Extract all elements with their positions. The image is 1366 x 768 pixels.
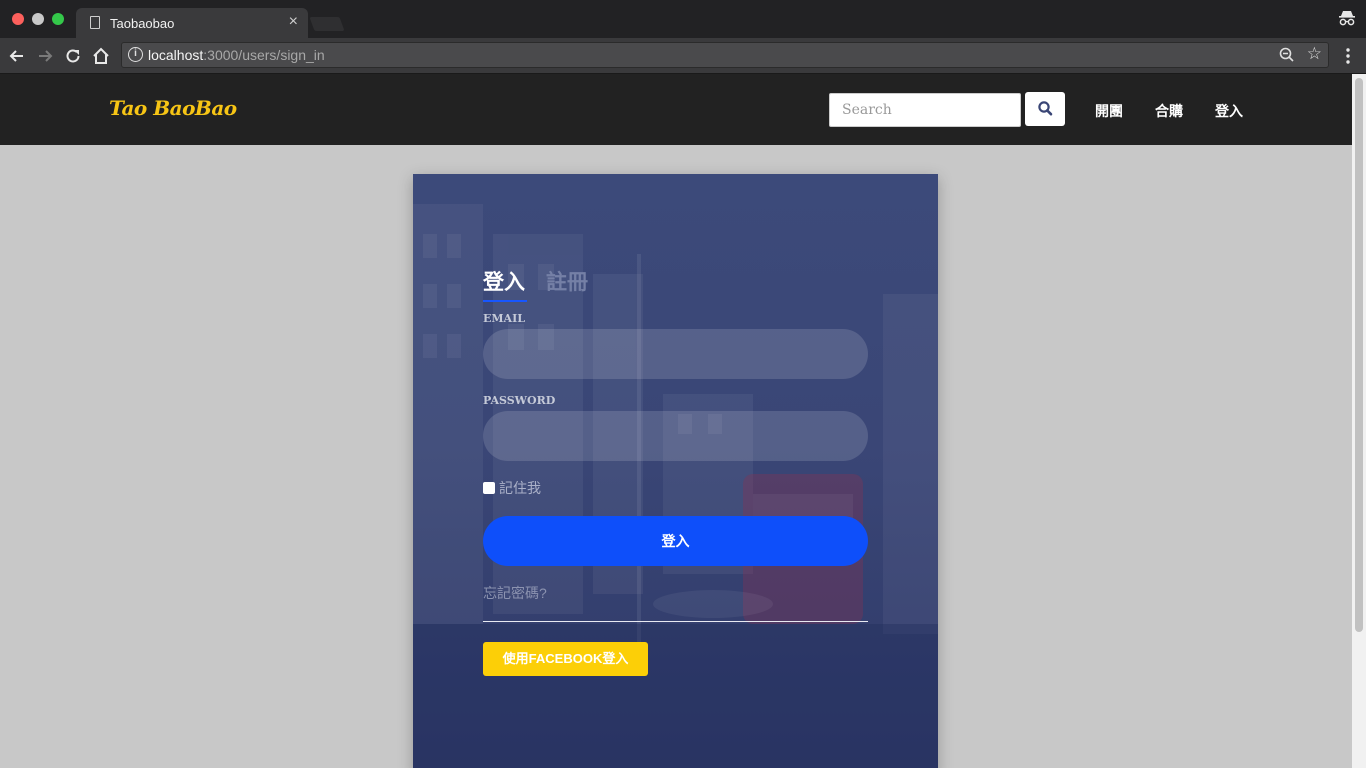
scrollbar-thumb[interactable] — [1355, 78, 1363, 632]
browser-tab[interactable]: Taobaobao × — [76, 8, 308, 38]
page-icon — [90, 16, 100, 29]
site-navbar: Tao BaoBao Search 開團 合購 登入 — [0, 74, 1352, 145]
search-input[interactable]: Search — [829, 93, 1021, 127]
new-tab-button[interactable] — [309, 17, 345, 31]
bookmark-star-icon[interactable]: ☆ — [1307, 44, 1322, 64]
tab-title: Taobaobao — [110, 16, 175, 31]
forward-icon[interactable] — [34, 45, 56, 67]
url-text: localhost:3000/users/sign_in — [148, 47, 325, 63]
tab-register[interactable]: 註冊 — [546, 266, 588, 296]
password-field[interactable] — [483, 411, 868, 461]
search-button[interactable] — [1025, 92, 1065, 126]
search-icon — [1038, 101, 1053, 116]
info-icon[interactable]: i — [128, 47, 143, 62]
menu-dots-icon[interactable] — [1340, 46, 1356, 66]
address-bar[interactable]: i localhost:3000/users/sign_in ☆ — [121, 42, 1329, 68]
email-label: EMAIL — [483, 312, 525, 325]
remember-me-checkbox[interactable] — [483, 482, 495, 494]
incognito-icon — [1339, 11, 1355, 26]
remember-me-label[interactable]: 記住我 — [499, 478, 541, 498]
divider — [483, 621, 868, 622]
facebook-login-button[interactable]: 使用FACEBOOK登入 — [483, 642, 648, 676]
home-icon[interactable] — [90, 45, 112, 67]
tab-login[interactable]: 登入 — [483, 266, 525, 296]
browser-toolbar: i localhost:3000/users/sign_in ☆ — [0, 38, 1366, 74]
login-submit-button[interactable]: 登入 — [483, 516, 868, 566]
reload-icon[interactable] — [62, 45, 84, 67]
email-field[interactable] — [483, 329, 868, 379]
close-window-button[interactable] — [12, 13, 24, 25]
minimize-window-button[interactable] — [32, 13, 44, 25]
login-card: 登入 註冊 EMAIL PASSWORD 記住我 登入 忘記密碼? 使用FACE… — [413, 174, 938, 768]
active-tab-indicator — [483, 300, 527, 302]
page-scrollbar[interactable] — [1352, 74, 1366, 768]
nav-link-open-group[interactable]: 開團 — [1095, 101, 1123, 121]
zoom-icon[interactable] — [1278, 46, 1296, 64]
url-path: :3000/users/sign_in — [203, 47, 325, 63]
brand-logo[interactable]: Tao BaoBao — [109, 96, 237, 120]
back-icon[interactable] — [6, 45, 28, 67]
nav-link-group-buy[interactable]: 合購 — [1155, 101, 1183, 121]
tab-close-icon[interactable]: × — [289, 13, 298, 31]
forgot-password-link[interactable]: 忘記密碼? — [483, 583, 547, 603]
browser-tabbar: Taobaobao × — [0, 0, 1366, 38]
password-label: PASSWORD — [483, 394, 556, 407]
maximize-window-button[interactable] — [52, 13, 64, 25]
nav-link-login[interactable]: 登入 — [1215, 101, 1243, 121]
city-street-background — [413, 204, 938, 768]
url-host: localhost — [148, 47, 204, 63]
